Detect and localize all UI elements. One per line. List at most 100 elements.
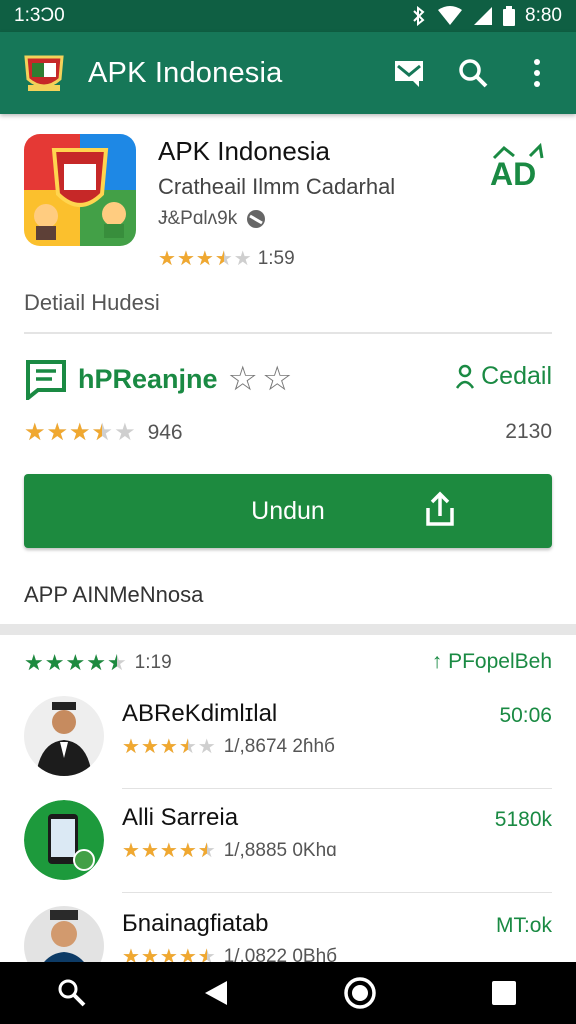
item-sub-text: 1/,8885 0Khɑ xyxy=(223,840,337,861)
star-icon: ★★ xyxy=(140,736,159,758)
more-options-button[interactable] xyxy=(518,54,556,92)
reviews-link[interactable]: ↑ PFopelBeh xyxy=(432,650,552,674)
rating-stars: ★★★★★★★★★★ xyxy=(24,652,127,674)
star-icon: ★★ xyxy=(114,419,136,446)
star-icon: ★★ xyxy=(44,650,65,675)
item-sub-text: 1/,8674 2ɦhб xyxy=(223,736,335,757)
home-circle-icon xyxy=(344,977,376,1009)
star-icon: ★★ xyxy=(24,650,44,675)
search-button[interactable] xyxy=(454,54,492,92)
status-bar: 1:3Ɔ0 8:80 xyxy=(0,0,576,32)
avatar xyxy=(24,800,104,880)
rating-row: ★★★★★★★★★★ 946 2130 xyxy=(24,418,552,448)
app-logo xyxy=(20,49,68,97)
star-icon: ★★ xyxy=(214,248,233,270)
status-icons: 8:80 xyxy=(411,5,562,27)
status-time-left: 1:3Ɔ0 xyxy=(14,5,65,26)
star-icon: ★★ xyxy=(178,840,197,862)
app-rating-text: 1:59 xyxy=(257,248,295,269)
star-icon: ★★ xyxy=(65,650,86,675)
reviews-link-label: PFopelBeh xyxy=(448,650,552,673)
nav-back-button[interactable] xyxy=(186,963,246,1023)
app-meta: Ɉ&Pɑlʌ9k xyxy=(158,208,267,230)
back-triangle-icon xyxy=(205,981,227,1005)
status-time-right: 8:80 xyxy=(525,5,562,26)
more-vert-icon xyxy=(534,59,540,87)
star-icon: ★★ xyxy=(197,736,216,758)
app-artwork-icon xyxy=(24,134,136,246)
star-icon: ★★ xyxy=(176,248,195,270)
star-icon: ★★ xyxy=(122,840,140,862)
item-name: Бnainagfiatab xyxy=(122,910,269,937)
app-about: APP AINMeNnosa xyxy=(24,582,204,607)
star-icon: ★★ xyxy=(233,248,252,270)
star-icon: ★★ xyxy=(197,840,216,862)
divider xyxy=(122,892,552,893)
rating-stars: ★★★★★★★★★★ xyxy=(24,421,136,445)
detail-link-label: Cedail xyxy=(481,362,552,390)
item-name: ABReKdimlɪlal xyxy=(122,700,278,727)
avatar xyxy=(24,696,104,776)
star-icon: ★★ xyxy=(91,419,114,446)
nav-home-button[interactable] xyxy=(330,963,390,1023)
app-developer[interactable]: Cratheail Ilmm Cadarhal xyxy=(158,174,395,200)
person-avatar-icon xyxy=(24,696,104,776)
app-meta-text: Ɉ&Pɑlʌ9k xyxy=(158,208,238,229)
rating-stars: ★★★★★★★★★★ xyxy=(122,737,216,757)
item-sub: ★★★★★★★★★★ 1/,8674 2ɦhб xyxy=(122,736,335,758)
feature-row: hPReanjne ☆ ☆ Cedail xyxy=(24,356,552,402)
favorite-star-icon[interactable]: ☆ xyxy=(228,359,258,399)
list-item[interactable]: ABReKdimlɪlal ★★★★★★★★★★ 1/,8674 2ɦhб 50… xyxy=(24,696,552,796)
divider xyxy=(24,332,552,334)
reviews-header: ★★★★★★★★★★ 1:19 ↑ PFopelBeh xyxy=(24,648,552,678)
ad-badge-label: AD xyxy=(490,156,537,192)
search-icon xyxy=(459,59,488,88)
item-name: Alli Sarreia xyxy=(122,804,239,831)
star-icon: ★★ xyxy=(159,736,178,758)
wifi-icon xyxy=(438,6,463,25)
star-icon: ★★ xyxy=(106,650,127,675)
app-name: APK Indonesia xyxy=(158,136,331,166)
detail-link[interactable]: Cedail xyxy=(455,362,552,391)
section-separator xyxy=(0,624,576,635)
nav-search-button[interactable] xyxy=(42,963,102,1023)
detail-label: Detiail Hudesi xyxy=(24,290,160,315)
feature-title: hPReanjne xyxy=(78,363,218,394)
page-title: APK Indonesia xyxy=(88,56,283,89)
toolbar-actions xyxy=(390,54,556,92)
recents-square-icon xyxy=(492,981,516,1005)
phone-app-icon xyxy=(24,800,104,880)
inbox-button[interactable] xyxy=(390,54,428,92)
star-icon: ★★ xyxy=(86,650,106,675)
app-icon[interactable] xyxy=(24,134,136,246)
favorite-star-icon[interactable]: ☆ xyxy=(262,359,292,399)
search-icon xyxy=(58,979,86,1007)
star-icon: ★★ xyxy=(195,248,214,270)
item-sub: ★★★★★★★★★★ 1/,8885 0Khɑ xyxy=(122,840,337,862)
system-nav-bar xyxy=(0,962,576,1024)
globe-icon xyxy=(247,210,266,228)
app-header: APK Indonesia Cratheail Ilmm Cadarhal Ɉ&… xyxy=(24,134,552,269)
star-icon: ★★ xyxy=(24,419,46,446)
person-icon xyxy=(456,364,475,389)
emblem-icon xyxy=(24,55,64,91)
download-count: 2130 xyxy=(505,420,552,443)
download-button-label: Undun xyxy=(251,496,325,525)
app-bar: APK Indonesia xyxy=(0,32,576,114)
star-icon: ★★ xyxy=(158,248,176,270)
app-rating: ★★★★★★★★★★ 1:59 xyxy=(158,248,295,270)
nav-recents-button[interactable] xyxy=(474,963,534,1023)
star-icon: ★★ xyxy=(159,840,178,862)
rating-stars: ★★★★★★★★★★ xyxy=(158,249,252,269)
download-button[interactable]: Undun xyxy=(24,474,552,548)
item-value: 5180k xyxy=(494,808,552,831)
share-upload-icon xyxy=(426,491,454,526)
battery-icon xyxy=(503,6,516,26)
divider xyxy=(122,788,552,789)
rating-stars: ★★★★★★★★★★ xyxy=(122,841,216,861)
star-icon: ★★ xyxy=(178,736,197,758)
star-icon: ★★ xyxy=(69,419,91,446)
signal-icon xyxy=(474,7,493,25)
list-item[interactable]: Alli Sarreia ★★★★★★★★★★ 1/,8885 0Khɑ 518… xyxy=(24,800,552,900)
reviews-count: 1:19 xyxy=(134,652,172,673)
